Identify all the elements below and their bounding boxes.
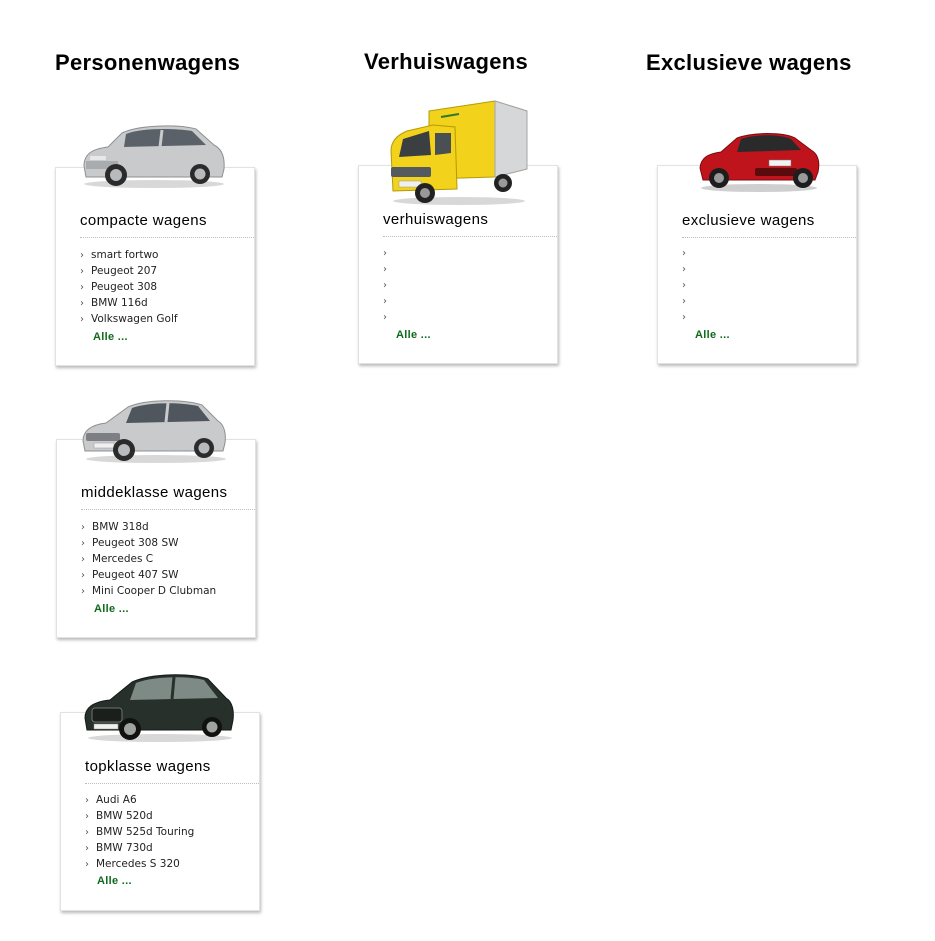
- car-link[interactable]: Peugeot 308: [91, 281, 157, 293]
- list-item: › Mercedes S 320: [85, 856, 194, 872]
- card-title: verhuiswagens: [383, 211, 557, 237]
- list-item: ›: [682, 261, 693, 277]
- list-item: › smart fortwo: [80, 247, 178, 263]
- car-link[interactable]: BMW 318d: [92, 521, 149, 533]
- silver-sedan-car-image[interactable]: [80, 393, 228, 465]
- chevron-right-icon: ›: [682, 264, 686, 275]
- list-item: ›: [682, 245, 693, 261]
- chevron-right-icon: ›: [383, 264, 387, 275]
- chevron-right-icon: ›: [81, 586, 85, 597]
- see-all-link[interactable]: Alle ...: [94, 603, 129, 615]
- chevron-right-icon: ›: [85, 843, 89, 854]
- list-item: › Mini Cooper D Clubman: [81, 583, 216, 599]
- category-link-middeklasse-wagens[interactable]: middeklasse wagens: [81, 484, 227, 501]
- category-link-compacte-wagens[interactable]: compacte wagens: [80, 212, 207, 229]
- chevron-right-icon: ›: [85, 811, 89, 822]
- list-item: › Peugeot 308 SW: [81, 535, 216, 551]
- list-item: › BMW 318d: [81, 519, 216, 535]
- car-list: › › › › ›: [682, 245, 693, 325]
- list-item: ›: [383, 277, 394, 293]
- chevron-right-icon: ›: [80, 298, 84, 309]
- car-link[interactable]: Peugeot 407 SW: [92, 569, 179, 581]
- list-item: › Volkswagen Golf: [80, 311, 178, 327]
- list-item: › Mercedes C: [81, 551, 216, 567]
- card-title: exclusieve wagens: [682, 212, 856, 238]
- list-item: ›: [383, 293, 394, 309]
- chevron-right-icon: ›: [81, 570, 85, 581]
- column-heading-verhuiswagens: Verhuiswagens: [364, 49, 529, 74]
- chevron-right-icon: ›: [383, 248, 387, 259]
- chevron-right-icon: ›: [682, 296, 686, 307]
- see-all-link[interactable]: Alle ...: [97, 875, 132, 887]
- list-item: › BMW 730d: [85, 840, 194, 856]
- car-list: › › › › ›: [383, 245, 394, 325]
- list-item: ›: [682, 293, 693, 309]
- chevron-right-icon: ›: [81, 538, 85, 549]
- chevron-right-icon: ›: [682, 280, 686, 291]
- card-title: middeklasse wagens: [81, 484, 255, 510]
- chevron-right-icon: ›: [80, 250, 84, 261]
- category-link-topklasse-wagens[interactable]: topklasse wagens: [85, 758, 211, 775]
- car-link[interactable]: Peugeot 207: [91, 265, 157, 277]
- chevron-right-icon: ›: [80, 266, 84, 277]
- category-card-exclusieve-wagens: exclusieve wagens › › › › › Alle ...: [657, 165, 857, 364]
- chevron-right-icon: ›: [85, 859, 89, 870]
- list-item: › Peugeot 207: [80, 263, 178, 279]
- dark-green-sedan-car-image[interactable]: [82, 668, 236, 744]
- car-link[interactable]: Mini Cooper D Clubman: [92, 585, 216, 597]
- car-link[interactable]: Audi A6: [96, 794, 137, 806]
- car-link[interactable]: BMW 525d Touring: [96, 826, 194, 838]
- chevron-right-icon: ›: [81, 554, 85, 565]
- car-list: › BMW 318d › Peugeot 308 SW › Mercedes C › P…: [81, 519, 216, 599]
- category-link-exclusieve-wagens[interactable]: exclusieve wagens: [682, 212, 815, 229]
- see-all-link[interactable]: Alle ...: [695, 329, 730, 341]
- chevron-right-icon: ›: [85, 827, 89, 838]
- chevron-right-icon: ›: [85, 795, 89, 806]
- car-link[interactable]: Mercedes C: [92, 553, 153, 565]
- chevron-right-icon: ›: [383, 280, 387, 291]
- category-link-verhuiswagens[interactable]: verhuiswagens: [383, 211, 488, 228]
- car-list: › Audi A6 › BMW 520d › BMW 525d Touring › BM…: [85, 792, 194, 872]
- yellow-box-van-image[interactable]: [385, 99, 529, 207]
- list-item: › Peugeot 308: [80, 279, 178, 295]
- car-link[interactable]: BMW 116d: [91, 297, 148, 309]
- list-item: ›: [682, 309, 693, 325]
- car-link[interactable]: Mercedes S 320: [96, 858, 180, 870]
- see-all-link[interactable]: Alle ...: [93, 331, 128, 343]
- list-item: › BMW 525d Touring: [85, 824, 194, 840]
- card-title: compacte wagens: [80, 212, 254, 238]
- silver-hatchback-car-image[interactable]: [80, 121, 226, 189]
- list-item: › Audi A6: [85, 792, 194, 808]
- chevron-right-icon: ›: [682, 248, 686, 259]
- category-card-compacte-wagens: compacte wagens › smart fortwo › Peugeot 2…: [55, 167, 255, 366]
- column-heading-exclusieve-wagens: Exclusieve wagens: [646, 50, 852, 75]
- chevron-right-icon: ›: [80, 314, 84, 325]
- red-sports-car-image[interactable]: [697, 128, 821, 194]
- list-item: › BMW 520d: [85, 808, 194, 824]
- list-item: ›: [383, 245, 394, 261]
- car-list: › smart fortwo › Peugeot 207 › Peugeot 308 …: [80, 247, 178, 327]
- list-item: › BMW 116d: [80, 295, 178, 311]
- list-item: ›: [682, 277, 693, 293]
- category-card-middeklasse-wagens: middeklasse wagens › BMW 318d › Peugeot 30…: [56, 439, 256, 638]
- list-item: ›: [383, 261, 394, 277]
- card-title: topklasse wagens: [85, 758, 259, 784]
- car-link[interactable]: Volkswagen Golf: [91, 313, 178, 325]
- chevron-right-icon: ›: [383, 296, 387, 307]
- car-link[interactable]: BMW 520d: [96, 810, 153, 822]
- car-link[interactable]: smart fortwo: [91, 249, 158, 261]
- column-heading-personenwagens: Personenwagens: [55, 50, 241, 75]
- chevron-right-icon: ›: [383, 312, 387, 323]
- car-link[interactable]: Peugeot 308 SW: [92, 537, 179, 549]
- chevron-right-icon: ›: [80, 282, 84, 293]
- list-item: ›: [383, 309, 394, 325]
- see-all-link[interactable]: Alle ...: [396, 329, 431, 341]
- chevron-right-icon: ›: [682, 312, 686, 323]
- car-link[interactable]: BMW 730d: [96, 842, 153, 854]
- chevron-right-icon: ›: [81, 522, 85, 533]
- list-item: › Peugeot 407 SW: [81, 567, 216, 583]
